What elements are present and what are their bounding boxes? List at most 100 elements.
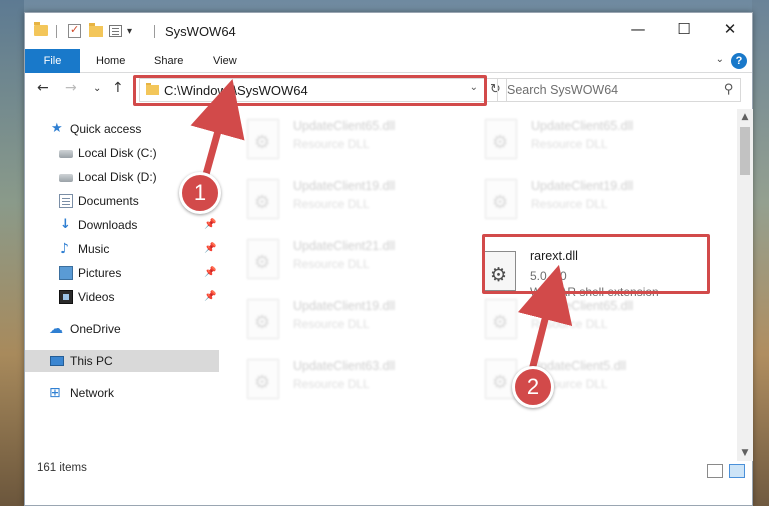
properties-icon[interactable] (68, 23, 81, 38)
status-bar: 161 items (25, 461, 752, 485)
dll-file-icon (485, 179, 517, 219)
pin-icon[interactable]: 📌 (204, 262, 216, 284)
file-name: UpdateClient19.dll (293, 299, 396, 313)
sidebar-item-local-disk-c[interactable]: Local Disk (C:) (25, 142, 219, 164)
window-title: SysWOW64 (165, 24, 236, 39)
sidebar-item-label: OneDrive (70, 322, 121, 336)
file-item[interactable]: UpdateClient65.dll Resource DLL (247, 115, 457, 169)
back-button[interactable]: ← (37, 80, 49, 96)
forward-button[interactable]: → (65, 80, 77, 96)
scroll-up-icon[interactable]: ▲ (737, 109, 753, 125)
file-item[interactable]: UpdateClient63.dll Resource DLL (247, 355, 457, 409)
dll-file-icon (247, 299, 279, 339)
sidebar-item-quick-access[interactable]: ★ Quick access (25, 118, 219, 140)
sidebar-item-network[interactable]: ⊞ Network (25, 382, 219, 404)
sidebar-item-downloads[interactable]: ↓ Downloads 📌 (25, 214, 219, 236)
pc-icon (50, 356, 64, 366)
file-name: UpdateClient65.dll (531, 119, 634, 133)
close-button[interactable]: ✕ (707, 13, 753, 45)
network-icon: ⊞ (49, 385, 61, 401)
step-2-badge: 2 (512, 366, 554, 408)
search-placeholder: Search SysWOW64 (507, 83, 619, 97)
file-name: UpdateClient19.dll (293, 179, 396, 193)
navigation-pane: ★ Quick access Local Disk (C:) Local Dis… (25, 109, 219, 461)
recent-locations-button[interactable]: ⌄ (93, 83, 101, 94)
item-count: 161 items (37, 462, 87, 474)
tab-file[interactable]: File (25, 49, 80, 73)
desktop-background-left (0, 0, 24, 506)
minimize-button[interactable]: — (615, 13, 661, 45)
up-button[interactable]: ↑ (112, 80, 124, 96)
scrollbar-thumb[interactable] (740, 127, 750, 175)
details-view-icon[interactable] (707, 464, 723, 478)
tab-home[interactable]: Home (96, 49, 125, 73)
sidebar-item-pictures[interactable]: Pictures 📌 (25, 262, 219, 284)
file-description: Resource DLL (293, 317, 370, 331)
file-item[interactable]: UpdateClient19.dll Resource DLL (247, 295, 457, 349)
star-icon: ★ (51, 121, 63, 136)
sidebar-item-label: This PC (70, 354, 113, 368)
address-highlight-box (133, 75, 487, 106)
sidebar-item-videos[interactable]: Videos 📌 (25, 286, 219, 308)
file-description: Resource DLL (293, 197, 370, 211)
view-options-icon[interactable] (109, 25, 122, 37)
navigation-bar: ← → ⌄ ↑ C:\Windows\SysWOW64 ⌄ ↻ Search S… (25, 74, 752, 106)
file-description: Resource DLL (293, 257, 370, 271)
file-name: UpdateClient63.dll (293, 359, 396, 373)
documents-icon (59, 194, 73, 208)
tab-view[interactable]: View (213, 49, 237, 73)
sidebar-item-label: Quick access (70, 122, 142, 136)
desktop-background-right (752, 0, 769, 506)
sidebar-item-label: Local Disk (C:) (78, 146, 157, 160)
folder-icon (34, 22, 48, 36)
file-description: Resource DLL (293, 137, 370, 151)
videos-icon (59, 290, 73, 304)
cloud-icon: ☁ (49, 321, 63, 337)
file-item[interactable]: UpdateClient21.dll Resource DLL (247, 235, 457, 289)
ribbon-tabs: File Home Share View ⌄ ? (25, 49, 752, 73)
expand-ribbon-icon[interactable]: ⌄ (716, 54, 724, 65)
maximize-button[interactable]: ☐ (661, 13, 707, 45)
sidebar-item-label: Downloads (78, 218, 138, 232)
music-icon: ♪ (60, 241, 69, 257)
quick-access-dropdown-icon[interactable]: ▾ (127, 26, 132, 37)
sidebar-item-label: Documents (78, 194, 139, 208)
file-item[interactable]: UpdateClient65.dll Resource DLL (485, 295, 695, 349)
pin-icon[interactable]: 📌 (204, 214, 216, 236)
sidebar-item-label: Pictures (78, 266, 122, 280)
file-name: UpdateClient65.dll (293, 119, 396, 133)
file-item[interactable]: UpdateClient65.dll Resource DLL (485, 115, 695, 169)
file-item[interactable]: UpdateClient19.dll Resource DLL (247, 175, 457, 229)
pin-icon[interactable]: 📌 (204, 286, 216, 308)
file-description: Resource DLL (293, 377, 370, 391)
dll-file-icon (485, 119, 517, 159)
sidebar-item-label: Videos (78, 290, 115, 304)
search-icon[interactable]: ⚲ (724, 82, 734, 97)
pin-icon[interactable]: 📌 (204, 238, 216, 260)
file-description: Resource DLL (531, 197, 608, 211)
file-description: Resource DLL (531, 137, 608, 151)
scroll-down-icon[interactable]: ▼ (737, 445, 753, 461)
vertical-scrollbar[interactable]: ▲ ▼ (737, 109, 753, 461)
large-icons-view-icon[interactable] (729, 464, 745, 478)
pictures-icon (59, 266, 73, 280)
disk-icon (59, 174, 73, 182)
file-description: Resource DLL (531, 317, 608, 331)
sidebar-item-label: Network (70, 386, 115, 400)
help-icon[interactable]: ? (731, 53, 747, 69)
new-folder-icon[interactable] (89, 23, 103, 37)
disk-icon (59, 150, 73, 158)
tab-share[interactable]: Share (154, 49, 183, 73)
file-item[interactable]: UpdateClient19.dll Resource DLL (485, 175, 695, 229)
file-name: UpdateClient21.dll (293, 239, 396, 253)
explorer-window: ▾ SysWOW64 — ☐ ✕ File Home Share View ⌄ … (24, 12, 753, 506)
sidebar-item-this-pc[interactable]: This PC (25, 350, 219, 372)
title-bar: ▾ SysWOW64 — ☐ ✕ (25, 13, 752, 49)
search-input[interactable]: Search SysWOW64 ⚲ (497, 78, 741, 102)
sidebar-item-label: Local Disk (D:) (78, 170, 157, 184)
sidebar-item-music[interactable]: ♪ Music 📌 (25, 238, 219, 260)
downloads-icon: ↓ (60, 217, 71, 232)
file-highlight-box (482, 234, 710, 294)
toolbar-separator (154, 25, 155, 38)
sidebar-item-onedrive[interactable]: ☁ OneDrive (25, 318, 219, 340)
